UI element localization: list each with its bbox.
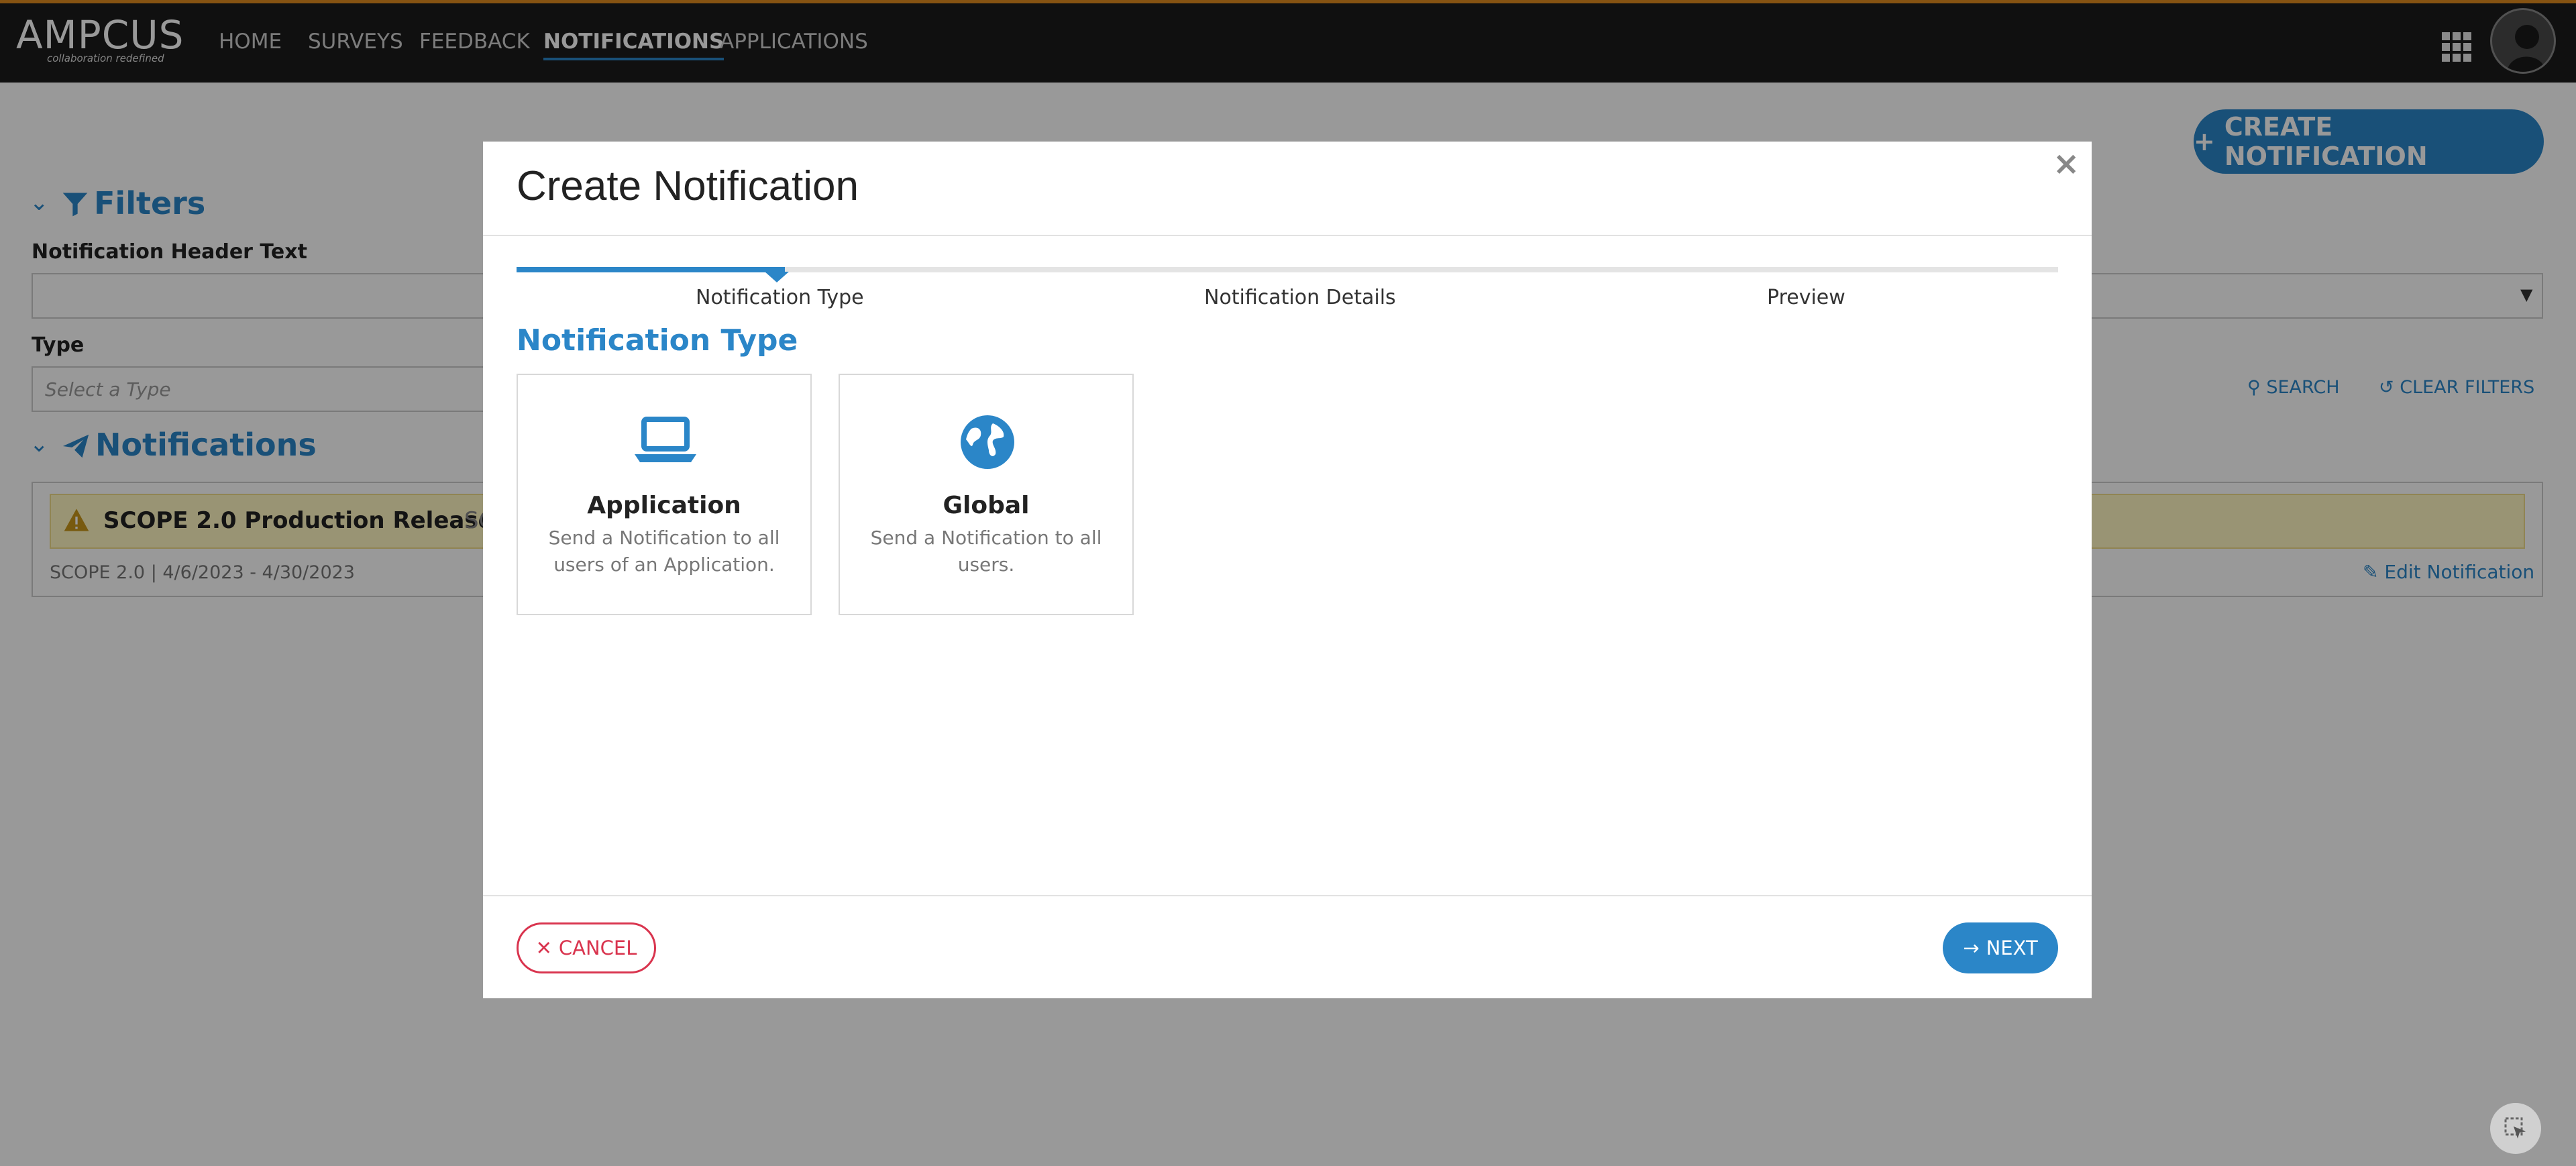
step-preview[interactable]: Preview bbox=[1767, 286, 1845, 309]
option-title-application: Application bbox=[587, 492, 741, 519]
option-title-global: Global bbox=[943, 492, 1030, 519]
stepper-progress bbox=[517, 267, 785, 272]
option-desc-global: Send a Notification to all users. bbox=[870, 527, 1102, 576]
close-icon[interactable]: × bbox=[2053, 145, 2080, 182]
globe-icon bbox=[961, 415, 1014, 469]
laptop-icon bbox=[635, 417, 696, 462]
arrow-right-icon: → bbox=[1963, 937, 1980, 959]
pointer-select-icon bbox=[2504, 1117, 2526, 1138]
close-x-icon: ✕ bbox=[535, 937, 552, 959]
next-button[interactable]: → NEXT bbox=[1943, 922, 2058, 973]
cancel-button[interactable]: ✕ CANCEL bbox=[517, 922, 656, 973]
step-notification-type[interactable]: Notification Type bbox=[696, 286, 864, 309]
section-title: Notification Type bbox=[517, 323, 798, 358]
cursor-tool-button[interactable] bbox=[2490, 1103, 2541, 1154]
step-notification-details[interactable]: Notification Details bbox=[1204, 286, 1396, 309]
modal-header-divider bbox=[483, 235, 2092, 236]
modal-footer-divider bbox=[483, 895, 2092, 896]
option-card-global[interactable]: Global Send a Notification to all users. bbox=[839, 374, 1134, 615]
modal-title: Create Notification bbox=[517, 163, 859, 209]
option-card-application[interactable]: Application Send a Notification to all u… bbox=[517, 374, 812, 615]
option-desc-application: Send a Notification to all users of an A… bbox=[548, 527, 780, 576]
stepper-pointer-icon bbox=[765, 272, 789, 282]
